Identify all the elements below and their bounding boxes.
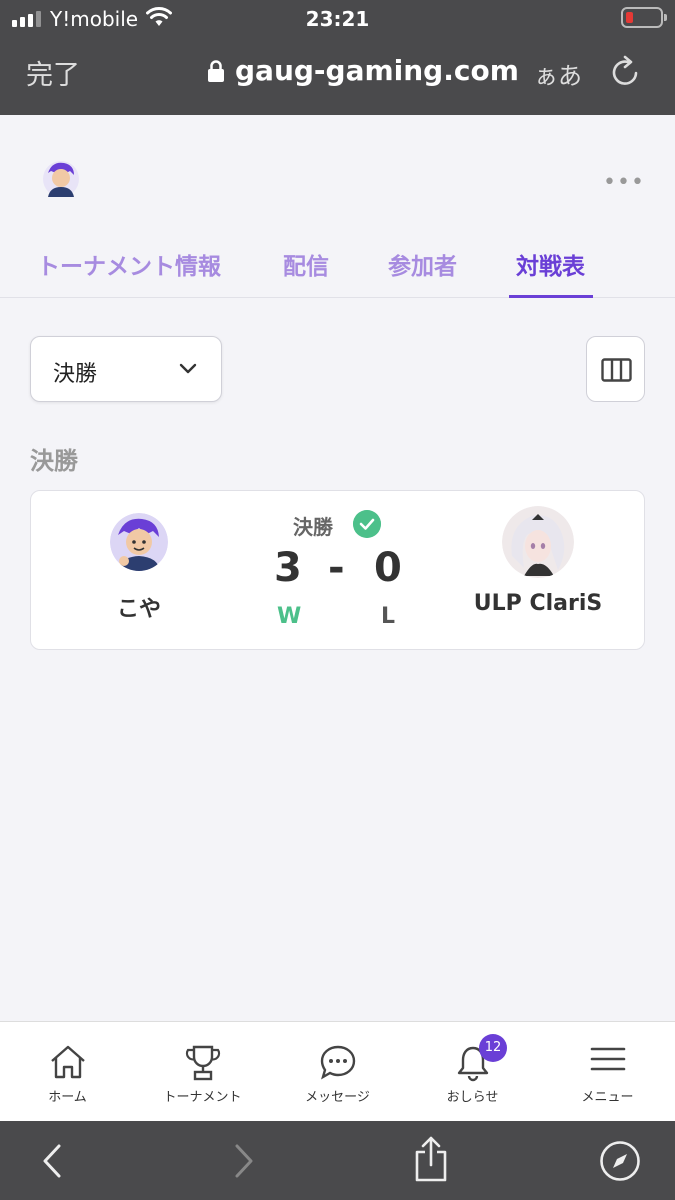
nav-notifications[interactable]: 12 おしらせ [405,1022,540,1122]
tab-bracket[interactable]: 対戦表 [516,247,585,281]
player-two-score: 0 [374,545,402,591]
player-one-name: こや [116,597,161,622]
bottom-nav: ホーム トーナメント メッセージ 12 おしらせ メニュー [0,1021,675,1121]
tab-active-indicator [509,295,593,298]
nav-notifications-label: おしらせ [446,1090,499,1105]
tab-tournament-info[interactable]: トーナメント情報 [37,247,221,281]
player-one-result: W [277,604,302,629]
nav-menu[interactable]: メニュー [540,1022,675,1122]
player-one-avatar [110,513,168,571]
reload-icon[interactable] [610,54,642,88]
section-title: 決勝 [30,447,78,475]
player-one[interactable]: こや [39,513,239,623]
trophy-icon [185,1045,220,1081]
tab-participants[interactable]: 参加者 [388,247,457,281]
match-round-label: 決勝 [293,515,333,539]
tab-bar: トーナメント情報 配信 参加者 対戦表 [0,235,675,298]
match-card[interactable]: こや 決勝 3 - 0 W L ULP ClariS [30,490,645,650]
notification-badge: 12 [479,1034,507,1062]
check-icon [353,510,381,538]
address-bar[interactable]: gaug-gaming.com [207,54,519,87]
back-icon[interactable] [40,1143,64,1179]
nav-home-label: ホーム [48,1090,87,1105]
player-two[interactable]: ULP ClariS [438,506,638,616]
chevron-down-icon [179,363,197,374]
browser-bottom-toolbar [0,1121,675,1200]
clock: 23:21 [305,7,370,31]
battery-icon [621,7,667,28]
forward-icon[interactable] [232,1143,256,1179]
menu-icon [590,1047,625,1071]
player-two-name: ULP ClariS [473,591,603,616]
avatar[interactable] [42,159,80,199]
round-select[interactable]: 決勝 [30,336,222,402]
nav-home[interactable]: ホーム [0,1022,135,1122]
text-size-button[interactable]: ぁあ [534,56,582,91]
message-icon [320,1045,355,1080]
page-content: ••• トーナメント情報 配信 参加者 対戦表 決勝 決勝 こや 決勝 3 - … [0,115,675,1021]
url-text: gaug-gaming.com [235,54,519,87]
lock-icon [208,59,224,82]
score-separator: - [328,545,345,591]
columns-icon [601,358,632,382]
nav-message-label: メッセージ [305,1090,370,1105]
round-select-value: 決勝 [53,362,98,387]
nav-message[interactable]: メッセージ [270,1022,405,1122]
tab-stream[interactable]: 配信 [283,247,329,281]
home-icon [50,1045,85,1079]
more-options-icon[interactable]: ••• [603,170,645,195]
compass-icon[interactable] [599,1140,641,1182]
done-button[interactable]: 完了 [26,53,80,92]
player-two-avatar [502,506,574,578]
player-one-score: 3 [274,545,302,591]
status-bar: Y!mobile 23:21 [0,0,675,38]
column-view-button[interactable] [586,336,645,402]
player-two-result: L [381,604,396,629]
share-icon[interactable] [413,1135,449,1183]
nav-tournament[interactable]: トーナメント [135,1022,270,1122]
browser-top-bar: Y!mobile 23:21 完了 gaug-gaming.com ぁあ [0,0,675,115]
nav-tournament-label: トーナメント [163,1090,242,1105]
nav-menu-label: メニュー [581,1090,634,1105]
